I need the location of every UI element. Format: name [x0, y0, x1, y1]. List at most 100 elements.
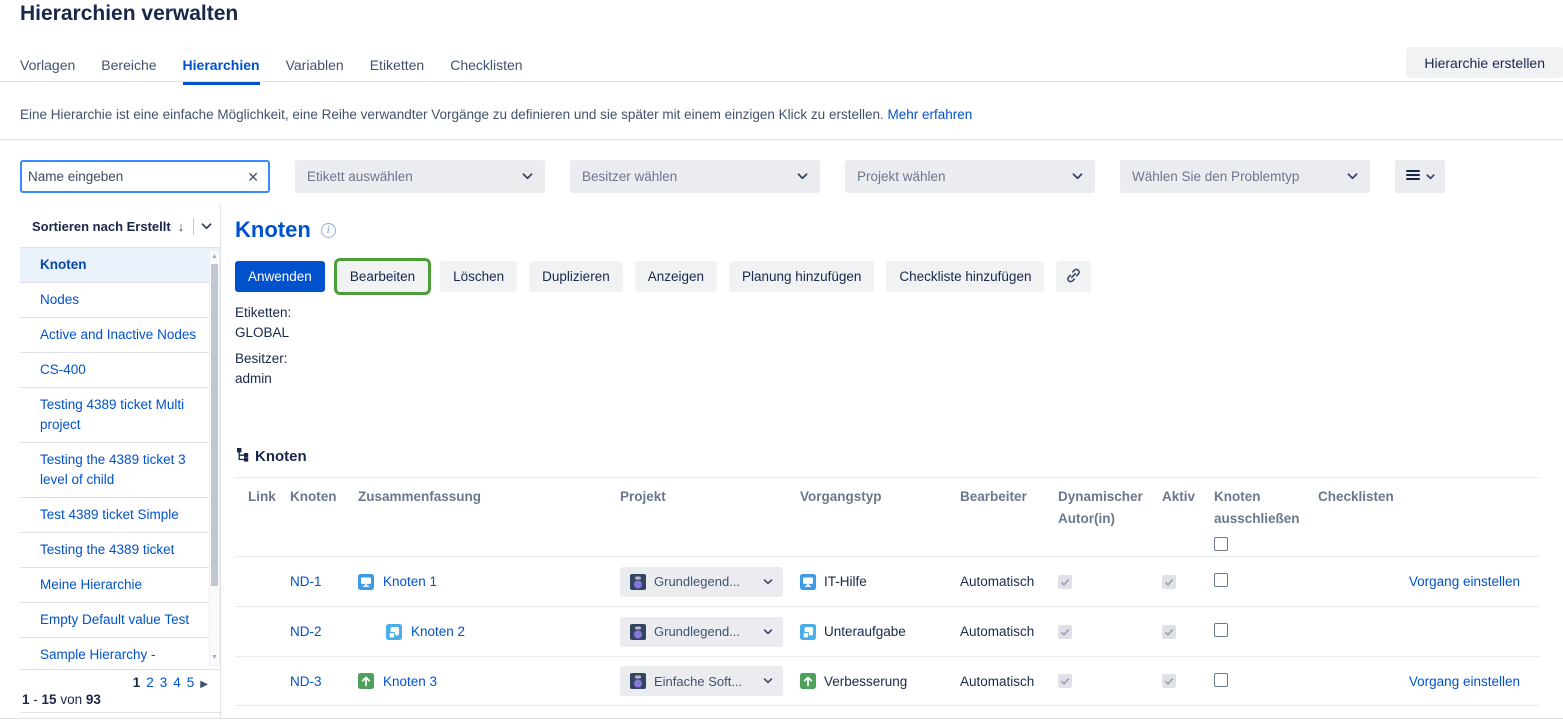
link-chain-icon [1065, 267, 1082, 287]
next-page-icon[interactable]: ▶ [200, 679, 208, 690]
issue-type-label: Unteraufgabe [824, 624, 906, 639]
add-planning-button[interactable]: Planung hinzufügen [729, 261, 874, 292]
list-item[interactable]: CS-400 [20, 353, 220, 388]
issuetype-filter-dropdown[interactable]: Wählen Sie den Problemtyp [1120, 160, 1370, 193]
list-item[interactable]: Nodes [20, 283, 220, 318]
active-cell [1162, 575, 1214, 589]
delete-button[interactable]: Löschen [440, 261, 517, 292]
exclude-cell [1214, 623, 1318, 640]
node-summary-link[interactable]: Knoten 1 [383, 574, 437, 589]
sort-control[interactable]: Sortieren nach Erstellt ↓ [20, 205, 220, 248]
project-dropdown-value: Einfache Soft... [654, 674, 742, 689]
page-link-4[interactable]: 4 [173, 675, 181, 690]
list-item[interactable]: Meine Hierarchie [20, 568, 220, 603]
col-dynamic-author-line2: Autor(in) [1058, 508, 1162, 530]
node-key-link[interactable]: ND-1 [290, 574, 358, 589]
node-summary-link[interactable]: Knoten 2 [411, 624, 465, 639]
project-dropdown[interactable]: Einfache Soft... [620, 666, 783, 696]
chevron-down-icon [797, 173, 808, 180]
chevron-down-icon [763, 629, 773, 635]
active-cell [1162, 674, 1214, 688]
label-filter-dropdown[interactable]: Etikett auswählen [295, 160, 545, 193]
page-link-2[interactable]: 2 [146, 675, 154, 690]
copy-link-button[interactable] [1056, 261, 1091, 292]
owner-caption: Besitzer: [235, 349, 291, 369]
sort-direction-icon[interactable]: ↓ [178, 219, 185, 234]
list-item[interactable]: Testing the 4389 ticket [20, 533, 220, 568]
exclude-node-checkbox[interactable] [1214, 623, 1228, 637]
assignee-cell: Automatisch [960, 574, 1058, 589]
action-toolbar: Anwenden Bearbeiten Löschen Duplizieren … [235, 261, 1091, 292]
result-range: 1 - 15 von 93 [22, 692, 208, 707]
name-search-input[interactable] [28, 169, 247, 184]
list-item[interactable]: Test 4389 ticket Simple [20, 498, 220, 533]
chevron-down-icon[interactable] [201, 223, 212, 230]
owner-filter-dropdown[interactable]: Besitzer wählen [570, 160, 820, 193]
range-from: 1 [22, 692, 30, 707]
learn-more-link[interactable]: Mehr erfahren [888, 107, 973, 122]
scroll-down-icon[interactable]: ▼ [210, 654, 219, 661]
list-item[interactable]: Active and Inactive Nodes [20, 318, 220, 353]
checklist-cell: Vorgang einstellen [1318, 674, 1540, 689]
issue-type-label: IT-Hilfe [824, 574, 867, 589]
duplicate-button[interactable]: Duplizieren [529, 261, 623, 292]
set-issue-link[interactable]: Vorgang einstellen [1409, 674, 1520, 689]
it-help-icon [358, 574, 374, 590]
range-total: 93 [86, 692, 101, 707]
list-item[interactable]: Testing the 4389 ticket 3 level of child [20, 443, 220, 498]
list-item[interactable]: Testing 4389 ticket Multi project [20, 388, 220, 443]
apply-button[interactable]: Anwenden [235, 261, 325, 292]
dynamic-author-cell [1058, 674, 1162, 688]
page-link-5[interactable]: 5 [187, 675, 195, 690]
scrollbar-thumb[interactable] [211, 264, 218, 586]
exclude-all-checkbox[interactable] [1214, 537, 1228, 551]
it-help-icon [800, 574, 816, 590]
chevron-down-icon [763, 579, 773, 585]
project-filter-dropdown[interactable]: Projekt wählen [845, 160, 1095, 193]
intro-divider [0, 139, 1563, 140]
page-link-3[interactable]: 3 [160, 675, 168, 690]
owner-filter-placeholder: Besitzer wählen [582, 169, 677, 184]
project-dropdown-value: Grundlegend... [654, 624, 740, 639]
nodes-table: Link Knoten Zusammenfassung Projekt Vorg… [235, 486, 1540, 706]
exclude-node-checkbox[interactable] [1214, 673, 1228, 687]
col-project: Projekt [620, 486, 800, 508]
dynamic-author-cell [1058, 625, 1162, 639]
set-issue-link[interactable]: Vorgang einstellen [1409, 574, 1520, 589]
active-checkbox [1162, 575, 1176, 589]
intro-text: Eine Hierarchie ist eine einfache Möglic… [20, 107, 972, 122]
project-dropdown[interactable]: Grundlegend... [620, 617, 783, 647]
checklist-cell: Vorgang einstellen [1318, 574, 1540, 589]
detail-title: Knoten [235, 217, 311, 243]
col-node: Knoten [290, 486, 358, 508]
chevron-down-icon [1347, 173, 1358, 180]
project-cell: Grundlegend... [620, 617, 800, 647]
list-item-knoten[interactable]: Knoten [20, 248, 220, 283]
create-hierarchy-button[interactable]: Hierarchie erstellen [1406, 47, 1563, 78]
list-item[interactable]: Empty Default value Test [20, 603, 220, 638]
more-filters-menu-button[interactable] [1395, 160, 1445, 193]
range-to: 15 [42, 692, 57, 707]
edit-button[interactable]: Bearbeiten [337, 261, 428, 292]
node-key-link[interactable]: ND-2 [290, 624, 358, 639]
scroll-up-icon[interactable]: ▲ [210, 253, 219, 260]
table-row: ND-2 Knoten 2 Grundlegend... [235, 606, 1540, 656]
tabs-divider [0, 81, 1563, 82]
labels-caption: Etiketten: [235, 303, 291, 323]
add-checklist-button[interactable]: Checkliste hinzufügen [886, 261, 1044, 292]
exclude-node-checkbox[interactable] [1214, 573, 1228, 587]
table-row: ND-1 Knoten 1 Grundlegend... [235, 556, 1540, 606]
list-item[interactable]: Sample Hierarchy - [20, 638, 220, 669]
show-button[interactable]: Anzeigen [635, 261, 717, 292]
chevron-down-icon [763, 678, 773, 684]
project-dropdown[interactable]: Grundlegend... [620, 567, 783, 597]
hierarchy-list-panel: Sortieren nach Erstellt ↓ Knoten Nodes A… [20, 205, 220, 669]
col-exclude-line1: Knoten [1214, 486, 1318, 508]
info-icon[interactable]: i [321, 223, 336, 238]
clear-icon[interactable]: ✕ [247, 170, 259, 184]
nodes-section-title: Knoten [255, 448, 307, 465]
node-summary-link[interactable]: Knoten 3 [383, 674, 437, 689]
project-avatar-icon [630, 673, 646, 689]
list-scrollbar[interactable]: ▲ ▼ [209, 250, 220, 666]
node-key-link[interactable]: ND-3 [290, 674, 358, 689]
